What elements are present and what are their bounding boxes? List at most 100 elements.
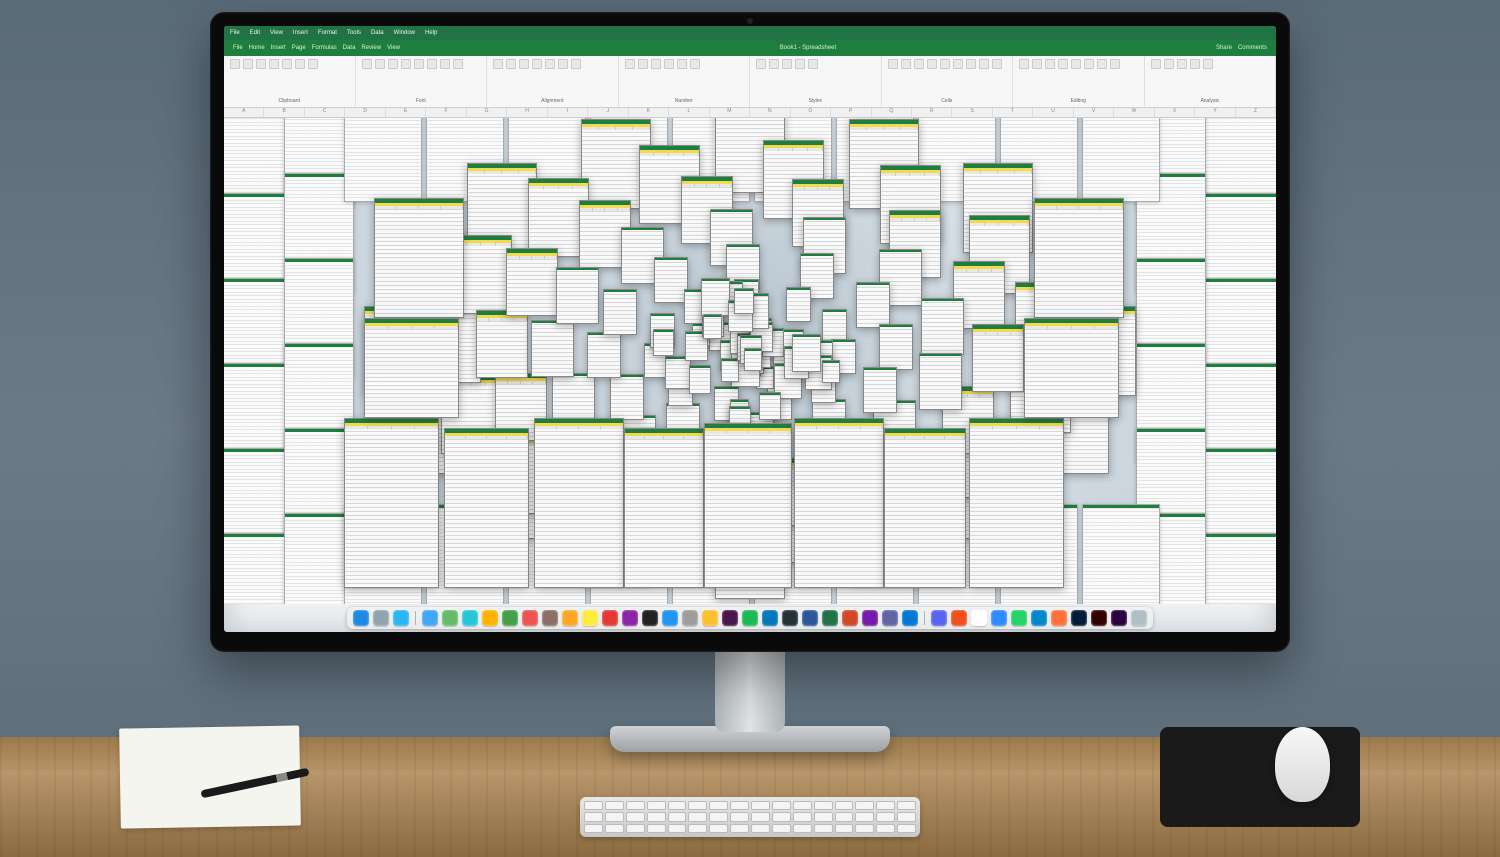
ribbon-icon[interactable] (1045, 59, 1055, 69)
dock-app-spotify[interactable] (742, 610, 758, 626)
ribbon-group-analysis[interactable]: Analysis (1145, 56, 1277, 107)
ribbon-icon[interactable] (1203, 59, 1213, 69)
dock-app-safari[interactable] (393, 610, 409, 626)
dock-app-notes[interactable] (582, 610, 598, 626)
dock-app-settings[interactable] (682, 610, 698, 626)
ribbon-icon[interactable] (888, 59, 898, 69)
tab-page[interactable]: Page (292, 45, 306, 51)
dock-app-finder[interactable] (353, 610, 369, 626)
ribbon-icon[interactable] (1019, 59, 1029, 69)
ribbon-icon[interactable] (782, 59, 792, 69)
tab-home[interactable]: Home (249, 45, 265, 51)
tab-review[interactable]: Review (361, 45, 381, 51)
menu-item-help[interactable]: Help (425, 30, 437, 36)
tab-data[interactable]: Data (343, 45, 356, 51)
dock-app-excel[interactable] (822, 610, 838, 626)
menu-item-file[interactable]: File (230, 30, 240, 36)
col-header-O[interactable]: O (791, 108, 831, 117)
ribbon-icon[interactable] (1164, 59, 1174, 69)
ribbon-icon[interactable] (1097, 59, 1107, 69)
col-header-S[interactable]: S (952, 108, 992, 117)
col-header-V[interactable]: V (1074, 108, 1114, 117)
spreadsheet-window[interactable] (610, 374, 644, 420)
col-header-A[interactable]: A (224, 108, 264, 117)
dock-app-figma[interactable] (951, 610, 967, 626)
ribbon-group-clipboard[interactable]: Clipboard (224, 56, 356, 107)
ribbon-icon[interactable] (558, 59, 568, 69)
dock-app-terminal[interactable] (782, 610, 798, 626)
spreadsheet-window[interactable] (759, 392, 781, 420)
dock-app-contacts[interactable] (542, 610, 558, 626)
ribbon-group-editing[interactable]: Editing (1013, 56, 1145, 107)
ribbon-icon[interactable] (1071, 59, 1081, 69)
spreadsheet-window[interactable] (506, 248, 558, 316)
ribbon-group-cells[interactable]: Cells (882, 56, 1014, 107)
spreadsheet-window[interactable] (476, 310, 528, 378)
spreadsheet-window[interactable] (794, 418, 884, 588)
tab-formulas[interactable]: Formulas (312, 45, 337, 51)
spreadsheet-window[interactable] (704, 423, 792, 588)
spreadsheet-window[interactable] (972, 324, 1024, 392)
ribbon-icon[interactable] (401, 59, 411, 69)
spreadsheet-window[interactable] (744, 348, 762, 371)
menu-item-insert[interactable]: Insert (293, 30, 308, 36)
ribbon-icon[interactable] (440, 59, 450, 69)
ribbon-icon[interactable] (690, 59, 700, 69)
ribbon-icon[interactable] (362, 59, 372, 69)
ribbon-icon[interactable] (282, 59, 292, 69)
tab-view[interactable]: View (387, 45, 400, 51)
menu-item-format[interactable]: Format (318, 30, 337, 36)
spreadsheet-window[interactable] (919, 353, 962, 410)
col-header-Y[interactable]: Y (1195, 108, 1235, 117)
ribbon-icon[interactable] (375, 59, 385, 69)
spreadsheet-window[interactable] (444, 428, 529, 588)
menu-item-tools[interactable]: Tools (347, 30, 361, 36)
spreadsheet-window[interactable] (603, 289, 637, 335)
menu-item-data[interactable]: Data (371, 30, 384, 36)
spreadsheet-window[interactable] (556, 267, 599, 324)
spreadsheet-window[interactable] (721, 358, 739, 381)
tab-insert[interactable]: Insert (271, 45, 286, 51)
ribbon-icon[interactable] (625, 59, 635, 69)
ribbon-icon[interactable] (1151, 59, 1161, 69)
ribbon-icon[interactable] (532, 59, 542, 69)
ribbon-icon[interactable] (638, 59, 648, 69)
spreadsheet-window[interactable] (531, 320, 574, 377)
spreadsheet-window[interactable] (879, 324, 913, 370)
spreadsheet-window[interactable] (921, 298, 964, 355)
ribbon-icon[interactable] (940, 59, 950, 69)
ribbon-icon[interactable] (756, 59, 766, 69)
ribbon-icon[interactable] (230, 59, 240, 69)
column-headers[interactable]: ABCDEFGHIJKLMNOPQRSTUVWXYZ (224, 108, 1276, 118)
ribbon-icon[interactable] (571, 59, 581, 69)
dock-app-messages[interactable] (442, 610, 458, 626)
action-comments[interactable]: Comments (1238, 45, 1267, 51)
ribbon-icon[interactable] (1177, 59, 1187, 69)
dock-app-slack[interactable] (722, 610, 738, 626)
spreadsheet-window[interactable] (701, 278, 730, 316)
spreadsheet-window[interactable] (344, 418, 439, 588)
col-header-P[interactable]: P (831, 108, 871, 117)
col-header-R[interactable]: R (912, 108, 952, 117)
dock-app-reminders[interactable] (562, 610, 578, 626)
dock-app-launchpad[interactable] (373, 610, 389, 626)
ribbon-icon[interactable] (308, 59, 318, 69)
ribbon-group-number[interactable]: Number (619, 56, 751, 107)
ribbon-icon[interactable] (795, 59, 805, 69)
ribbon-icon[interactable] (427, 59, 437, 69)
ribbon-icon[interactable] (979, 59, 989, 69)
spreadsheet-window[interactable] (863, 367, 897, 413)
spreadsheet-window[interactable] (792, 334, 821, 372)
ribbon-icon[interactable] (1058, 59, 1068, 69)
dock-app-teams[interactable] (882, 610, 898, 626)
spreadsheet-window[interactable] (653, 329, 674, 356)
dock-app-word[interactable] (802, 610, 818, 626)
col-header-M[interactable]: M (710, 108, 750, 117)
col-header-X[interactable]: X (1155, 108, 1195, 117)
ribbon-icon[interactable] (914, 59, 924, 69)
col-header-Z[interactable]: Z (1236, 108, 1276, 117)
ribbon-icon[interactable] (1084, 59, 1094, 69)
col-header-J[interactable]: J (588, 108, 628, 117)
dock-app-notion[interactable] (971, 610, 987, 626)
col-header-I[interactable]: I (548, 108, 588, 117)
